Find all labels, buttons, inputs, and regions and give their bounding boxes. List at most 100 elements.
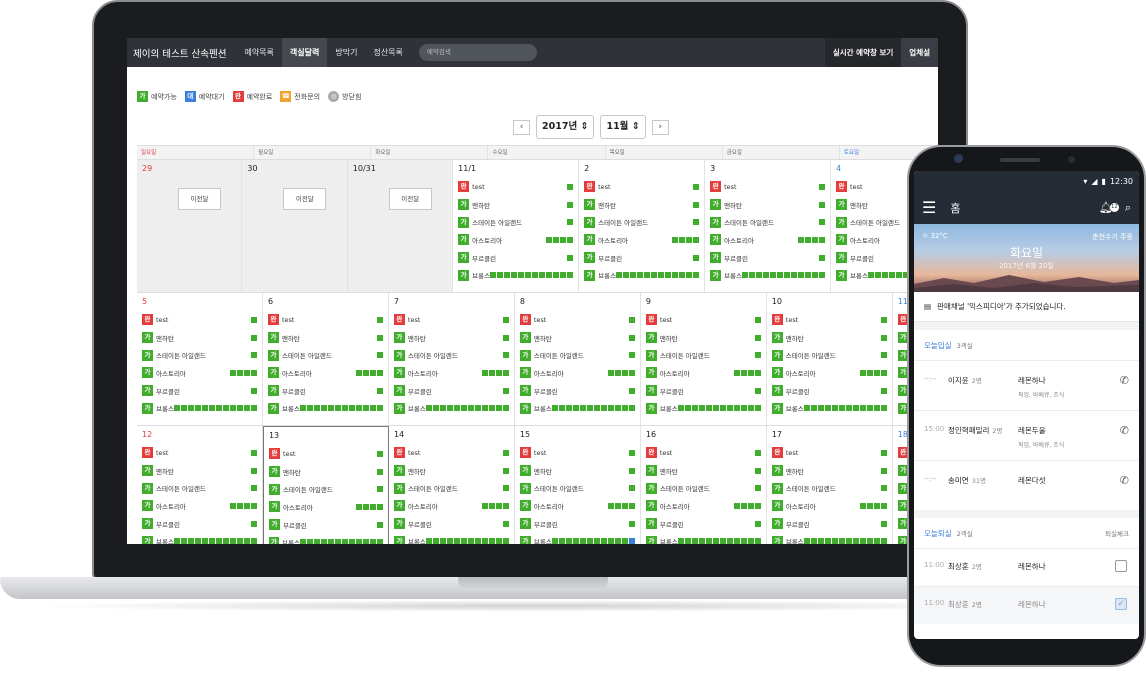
calendar-day[interactable]: 16 완 test 가 맨하탄 가 스테이튼 아일랜드 가 아스토리아 가 부르클린 가 브롱스 bbox=[641, 426, 767, 544]
nav-settlements[interactable]: 정산목록 bbox=[365, 38, 410, 67]
prev-month-button[interactable]: 이전달 bbox=[178, 188, 221, 210]
room-row[interactable]: 가스테이튼 아일랜드 bbox=[267, 346, 383, 364]
room-row[interactable]: 가아스토리아 bbox=[267, 364, 383, 382]
month-select[interactable]: 11월 ⇕ bbox=[600, 115, 646, 139]
room-row[interactable]: 가아스토리아 bbox=[142, 497, 257, 515]
room-row[interactable]: 가부르클린 bbox=[584, 249, 700, 267]
room-row[interactable]: 가부르클린 bbox=[519, 515, 635, 533]
room-row[interactable]: 가스테이튼 아일랜드 bbox=[393, 479, 509, 497]
calendar-day[interactable]: 14 완 test 가 맨하탄 가 스테이튼 아일랜드 가 아스토리아 가 부르클린 가 브롱스 bbox=[389, 426, 515, 544]
room-row[interactable]: 가맨하탄 bbox=[268, 463, 383, 481]
room-row[interactable]: 가스테이튼 아일랜드 bbox=[519, 479, 635, 497]
checkout-action[interactable]: 퇴실체크 bbox=[1105, 528, 1129, 538]
room-row[interactable]: 가아스토리아 bbox=[393, 364, 509, 382]
checkout-item[interactable]: 11:00 최상훈 2명 레몬하나 ✓ bbox=[914, 586, 1139, 624]
room-row[interactable]: 가아스토리아 bbox=[519, 497, 635, 515]
call-icon[interactable]: ✆ bbox=[1120, 424, 1129, 437]
room-row[interactable]: 가맨하탄 bbox=[458, 196, 574, 214]
room-row[interactable]: 가아스토리아 bbox=[519, 364, 635, 382]
room-row[interactable]: 완test bbox=[771, 311, 887, 329]
room-row[interactable]: 가맨하탄 bbox=[710, 196, 826, 214]
prev-month-button[interactable]: 이전달 bbox=[388, 188, 432, 210]
calendar-day[interactable]: 30 이전달 bbox=[242, 160, 348, 292]
room-row[interactable]: 가스테이튼 아일랜드 bbox=[771, 346, 887, 364]
room-row[interactable]: 가부르클린 bbox=[645, 382, 761, 400]
room-row[interactable]: 가아스토리아 bbox=[458, 231, 574, 249]
call-icon[interactable]: ✆ bbox=[1120, 374, 1129, 387]
room-row[interactable]: 가브롱스 bbox=[267, 399, 383, 417]
search-icon[interactable]: ⌕ bbox=[1125, 201, 1131, 215]
room-row[interactable]: 가맨하탄 bbox=[142, 329, 257, 347]
business-settings-button[interactable]: 업체설 bbox=[901, 38, 938, 67]
room-row[interactable]: 완test bbox=[710, 178, 826, 196]
nav-room-calendar[interactable]: 객실달력 bbox=[281, 38, 328, 67]
room-row[interactable]: 완test bbox=[393, 444, 509, 462]
room-row[interactable]: 가아스토리아 bbox=[771, 364, 887, 382]
room-row[interactable]: 가부르클린 bbox=[710, 249, 826, 267]
room-row[interactable]: 가브롱스 bbox=[268, 533, 383, 544]
room-row[interactable]: 완test bbox=[142, 311, 257, 329]
room-row[interactable]: 가브롱스 bbox=[645, 399, 761, 417]
room-row[interactable]: 가브롱스 bbox=[142, 532, 257, 544]
checkin-item[interactable]: --:-- 이지윤 2명 레몬하나 픽업, 바베큐, 조식 ✆ bbox=[914, 360, 1139, 410]
nav-block-rooms[interactable]: 방막기 bbox=[327, 38, 365, 67]
room-row[interactable]: 가아스토리아 bbox=[645, 497, 761, 515]
room-row[interactable]: 가부르클린 bbox=[771, 382, 887, 400]
room-row[interactable]: 완test bbox=[645, 311, 761, 329]
room-row[interactable]: 가브롱스 bbox=[393, 532, 509, 544]
room-row[interactable]: 가스테이튼 아일랜드 bbox=[142, 346, 257, 364]
calendar-day[interactable]: 29 이전달 bbox=[137, 160, 243, 292]
checkin-item[interactable]: 15:00 정인혁패밀리 2명 레몬두울 픽업, 바베큐, 조식 ✆ bbox=[914, 410, 1139, 460]
room-row[interactable]: 가부르클린 bbox=[142, 515, 257, 533]
notice-banner[interactable]: ▤ 판매채널 '익스피디아'가 추가되었습니다. bbox=[914, 292, 1139, 322]
year-select[interactable]: 2017년 ⇕ bbox=[536, 115, 595, 139]
room-row[interactable]: 가부르클린 bbox=[645, 515, 761, 533]
room-row[interactable]: 가브롱스 bbox=[645, 532, 761, 544]
room-row[interactable]: 가맨하탄 bbox=[645, 462, 761, 480]
room-row[interactable]: 가스테이튼 아일랜드 bbox=[458, 213, 574, 231]
room-row[interactable]: 가스테이튼 아일랜드 bbox=[710, 213, 826, 231]
room-row[interactable]: 완test bbox=[267, 311, 383, 329]
room-row[interactable]: 가맨하탄 bbox=[584, 196, 700, 214]
room-row[interactable]: 완test bbox=[771, 444, 887, 462]
next-month-button[interactable]: › bbox=[651, 119, 669, 135]
room-row[interactable]: 가스테이튼 아일랜드 bbox=[268, 480, 383, 498]
room-row[interactable]: 가맨하탄 bbox=[519, 329, 635, 347]
calendar-day[interactable]: 7 완 test 가 맨하탄 가 스테이튼 아일랜드 가 아스토리아 가 부르클린 가 브롱스 bbox=[389, 293, 515, 425]
calendar-day[interactable]: 13 완 test 가 맨하탄 가 스테이튼 아일랜드 가 아스토리아 가 부르클린 가 브롱스 bbox=[262, 426, 389, 544]
room-row[interactable]: 가맨하탄 bbox=[393, 462, 509, 480]
room-row[interactable]: 가브롱스 bbox=[519, 532, 635, 544]
room-row[interactable]: 가스테이튼 아일랜드 bbox=[645, 346, 761, 364]
room-row[interactable]: 가아스토리아 bbox=[393, 497, 509, 515]
room-row[interactable]: 가브롱스 bbox=[584, 266, 700, 284]
menu-icon[interactable]: ☰ bbox=[922, 198, 936, 217]
calendar-day[interactable]: 9 완 test 가 맨하탄 가 스테이튼 아일랜드 가 아스토리아 가 부르클린 가 브롱스 bbox=[641, 293, 767, 425]
room-row[interactable]: 가스테이튼 아일랜드 bbox=[771, 479, 887, 497]
calendar-day[interactable]: 12 완 test 가 맨하탄 가 스테이튼 아일랜드 가 아스토리아 가 부르클린 가 브롱스 bbox=[137, 426, 263, 544]
calendar-day[interactable]: 11/1 완 test 가 맨하탄 가 스테이튼 아일랜드 가 아스토리아 가 부르클린 가 브롱스 bbox=[453, 160, 580, 292]
live-booking-button[interactable]: 실시간 예약창 보기 bbox=[824, 38, 902, 67]
room-row[interactable]: 가부르클린 bbox=[519, 382, 635, 400]
notification-button[interactable]: 🔔︎ 12 bbox=[1099, 201, 1119, 214]
calendar-day[interactable]: 10 완 test 가 맨하탄 가 스테이튼 아일랜드 가 아스토리아 가 부르클린 가 브롱스 bbox=[767, 293, 893, 425]
nav-reservations[interactable]: 예약목록 bbox=[236, 38, 281, 67]
room-row[interactable]: 가부르클린 bbox=[393, 515, 509, 533]
room-row[interactable]: 가맨하탄 bbox=[142, 462, 257, 480]
room-row[interactable]: 완test bbox=[519, 311, 635, 329]
calendar-day[interactable]: 2 완 test 가 맨하탄 가 스테이튼 아일랜드 가 아스토리아 가 부르클린 가 브롱스 bbox=[579, 160, 706, 292]
room-row[interactable]: 완test bbox=[458, 178, 574, 196]
call-icon[interactable]: ✆ bbox=[1120, 474, 1129, 487]
checkout-checkbox[interactable] bbox=[1115, 560, 1127, 572]
room-row[interactable]: 가스테이튼 아일랜드 bbox=[142, 479, 257, 497]
room-row[interactable]: 가아스토리아 bbox=[268, 498, 383, 516]
room-row[interactable]: 가부르클린 bbox=[393, 382, 509, 400]
calendar-day[interactable]: 17 완 test 가 맨하탄 가 스테이튼 아일랜드 가 아스토리아 가 부르클린 가 브롱스 bbox=[767, 426, 893, 544]
room-row[interactable]: 가브롱스 bbox=[142, 399, 257, 417]
room-row[interactable]: 완test bbox=[268, 445, 383, 463]
room-row[interactable]: 가아스토리아 bbox=[645, 364, 761, 382]
room-row[interactable]: 가브롱스 bbox=[519, 399, 635, 417]
calendar-day[interactable]: 6 완 test 가 맨하탄 가 스테이튼 아일랜드 가 아스토리아 가 부르클린 가 브롱스 bbox=[263, 293, 389, 425]
room-row[interactable]: 가아스토리아 bbox=[142, 364, 257, 382]
room-row[interactable]: 완test bbox=[584, 178, 700, 196]
room-row[interactable]: 가브롱스 bbox=[771, 399, 887, 417]
